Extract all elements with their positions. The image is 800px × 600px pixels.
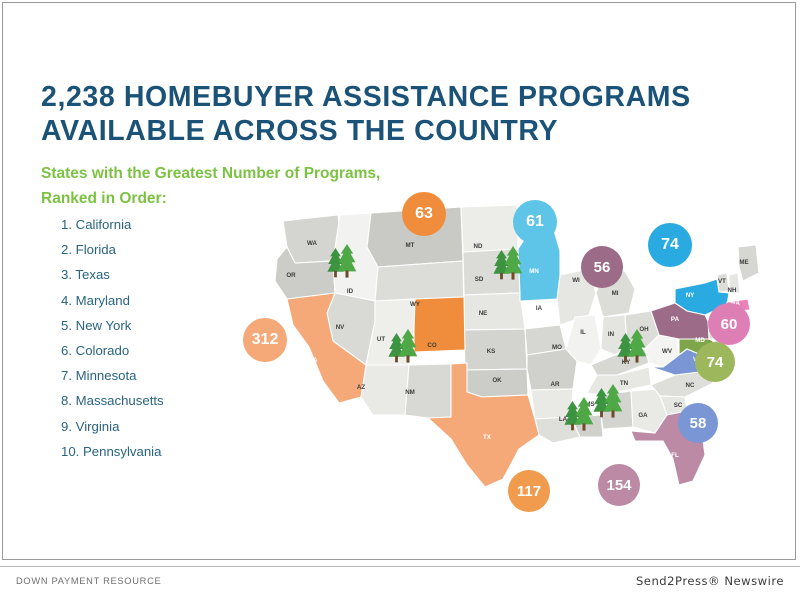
- map-value-bubble: 60: [708, 303, 750, 345]
- list-item-state: Minnesota: [72, 368, 137, 384]
- page-title-line-1: 2,238 Homebuyer Assistance Programs: [41, 81, 691, 114]
- list-item-state: New York: [72, 317, 132, 333]
- map-value-bubble: 56: [581, 246, 623, 288]
- list-item-state: Virginia: [72, 418, 120, 434]
- list-item-rank: 8.: [61, 393, 72, 409]
- list-item-rank: 7.: [61, 368, 72, 384]
- map-value-bubble: 74: [695, 342, 735, 382]
- footer-bar: Down Payment Resource Send2Press® Newswi…: [0, 566, 800, 600]
- page-subtitle-line-1: States with the Greatest Number of Progr…: [41, 164, 381, 182]
- footer-brand-left: Down Payment Resource: [16, 576, 162, 586]
- map-value-bubble: 312: [243, 318, 287, 362]
- list-item-rank: 6.: [61, 343, 72, 359]
- map-value-bubble: 61: [513, 200, 557, 244]
- list-item-state: Massachusetts: [72, 393, 164, 409]
- list-item-state: Maryland: [72, 292, 130, 308]
- state-shape-co: [413, 296, 466, 353]
- list-item-state: Colorado: [72, 343, 130, 359]
- infographic-card: 2,238 Homebuyer Assistance Programs Avai…: [2, 2, 796, 560]
- map-value-bubble: 154: [598, 464, 640, 506]
- map-value-bubble: 58: [678, 403, 718, 443]
- list-item-rank: 9.: [61, 418, 72, 434]
- list-item-state: Texas: [72, 267, 110, 283]
- infographic-root: 2,238 Homebuyer Assistance Programs Avai…: [0, 0, 800, 600]
- footer-brand-right: Send2Press® Newswire: [635, 574, 784, 588]
- map-value-bubble: 117: [508, 470, 550, 512]
- list-item-state: Pennsylvania: [79, 443, 162, 459]
- list-item-state: Florida: [72, 242, 116, 258]
- list-item-rank: 1.: [61, 217, 72, 232]
- list-item-rank: 4.: [61, 292, 72, 308]
- list-item-rank: 3.: [61, 267, 72, 283]
- map-value-bubble: 74: [648, 223, 692, 267]
- list-item-state: California: [72, 217, 132, 232]
- page-title-line-2: Available Across the Country: [41, 115, 559, 148]
- page-title: 2,238 Homebuyer Assistance Programs Avai…: [41, 80, 781, 148]
- list-item-rank: 10.: [61, 443, 80, 459]
- map-value-bubble: 63: [402, 192, 446, 236]
- list-item-rank: 2.: [61, 242, 72, 258]
- state-label-ia: IA: [536, 305, 543, 312]
- list-item-rank: 5.: [61, 317, 72, 333]
